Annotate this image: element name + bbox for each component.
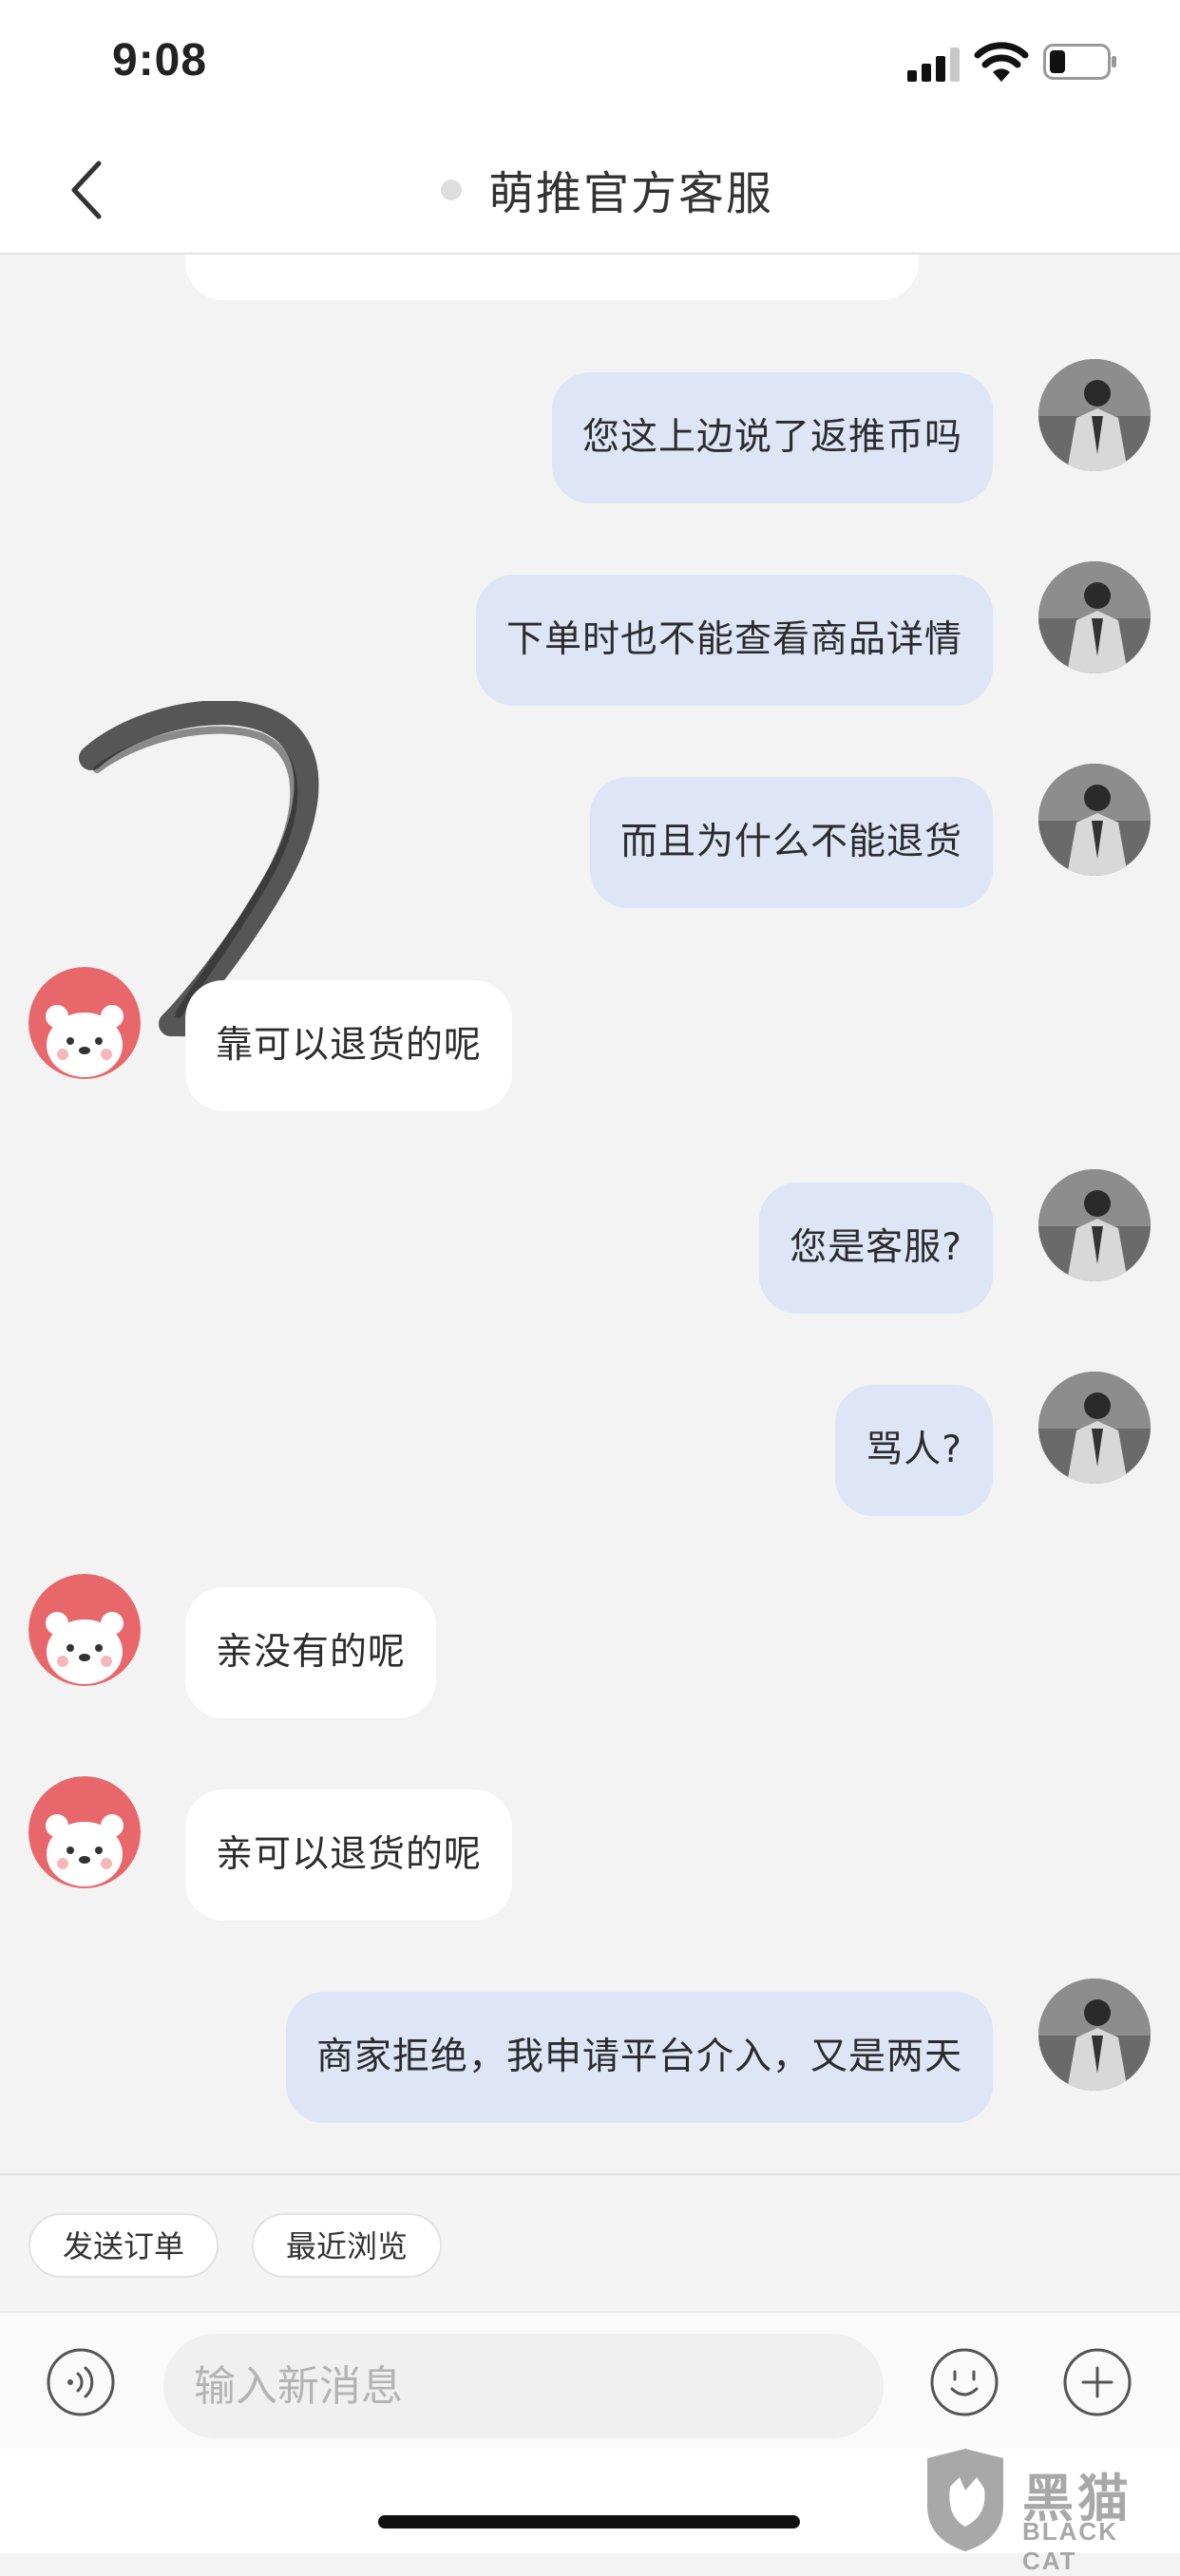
message-text: 商家拒绝，我申请平台介入，又是两天 [315, 2036, 962, 2078]
message-bubble-outgoing: 您是客服? [759, 1183, 993, 1314]
quick-action-bar: 发送订单 最近浏览 [0, 2173, 1180, 2313]
black-cat-logo-icon [927, 2449, 1003, 2551]
message-text: 靠可以退货的呢 [216, 1024, 483, 1067]
message-text: 下单时也不能查看商品详情 [505, 618, 962, 661]
person-photo-icon [1038, 561, 1151, 673]
message-text: 您这上边说了返推币吗 [581, 416, 962, 459]
message-bubble-outgoing: 骂人? [835, 1385, 993, 1516]
person-photo-icon [1038, 764, 1151, 876]
wifi-icon [974, 42, 1029, 82]
recent-browse-button[interactable]: 最近浏览 [252, 2213, 443, 2278]
message-bubble-incoming: 亲没有的呢 [185, 1587, 437, 1718]
message-bubble-incoming: 亲可以退货的呢 [185, 1790, 513, 1921]
chevron-left-icon[interactable] [59, 152, 116, 228]
service-bear-avatar[interactable] [29, 967, 141, 1079]
message-text: 而且为什么不能退货 [619, 821, 962, 863]
message-input[interactable] [163, 2334, 884, 2438]
user-avatar[interactable] [1038, 1979, 1151, 2091]
message-bubble-outgoing: 下单时也不能查看商品详情 [475, 575, 993, 706]
bear-icon [29, 967, 141, 1079]
message-text: 骂人? [866, 1429, 962, 1471]
message-bubble-outgoing: 商家拒绝，我申请平台介入，又是两天 [285, 1992, 993, 2123]
person-photo-icon [1038, 1169, 1151, 1281]
black-cat-watermark: 黑猫 BLACK CAT [918, 2449, 1180, 2575]
message-list[interactable]: 况。 您这上边说了返推币吗 下单时也不能查看商品详情 而且为什么不能退货 [0, 255, 1180, 2173]
online-status-dot [441, 180, 462, 200]
user-avatar[interactable] [1038, 561, 1151, 673]
message-bubble-partial: 况。 [185, 255, 919, 300]
emoji-icon[interactable] [929, 2347, 999, 2417]
bear-icon [29, 1776, 141, 1888]
plus-icon[interactable] [1062, 2347, 1132, 2417]
user-avatar[interactable] [1038, 1372, 1151, 1484]
battery-icon [1043, 44, 1116, 80]
message-text: 亲没有的呢 [216, 1631, 407, 1674]
person-photo-icon [1038, 1372, 1151, 1484]
bear-icon [29, 1574, 141, 1686]
home-indicator[interactable] [378, 2515, 800, 2529]
message-input-bar [0, 2311, 1180, 2451]
message-bubble-outgoing: 而且为什么不能退货 [589, 777, 993, 908]
status-bar: 9:08 [0, 0, 1180, 125]
cellular-signal-icon [907, 47, 960, 82]
user-avatar[interactable] [1038, 359, 1151, 471]
message-bubble-outgoing: 您这上边说了返推币吗 [551, 372, 993, 503]
person-photo-icon [1038, 1979, 1151, 2091]
service-bear-avatar[interactable] [29, 1776, 141, 1888]
message-text: 亲可以退货的呢 [216, 1833, 483, 1876]
message-text: 您是客服? [790, 1226, 962, 1269]
user-avatar[interactable] [1038, 764, 1151, 876]
voice-input-icon[interactable] [46, 2347, 116, 2417]
person-photo-icon [1038, 359, 1151, 471]
chat-header: 萌推官方客服 [0, 125, 1180, 255]
chat-title: 萌推官方客服 [488, 167, 774, 220]
user-avatar[interactable] [1038, 1169, 1151, 1281]
service-bear-avatar[interactable] [29, 1574, 141, 1686]
watermark-subtext: BLACK CAT [1022, 2517, 1118, 2575]
bottom-safe-area: 黑猫 BLACK CAT [0, 2449, 1180, 2575]
message-bubble-incoming: 靠可以退货的呢 [185, 980, 513, 1111]
send-order-button[interactable]: 发送订单 [29, 2213, 219, 2278]
status-time: 9:08 [112, 35, 208, 85]
